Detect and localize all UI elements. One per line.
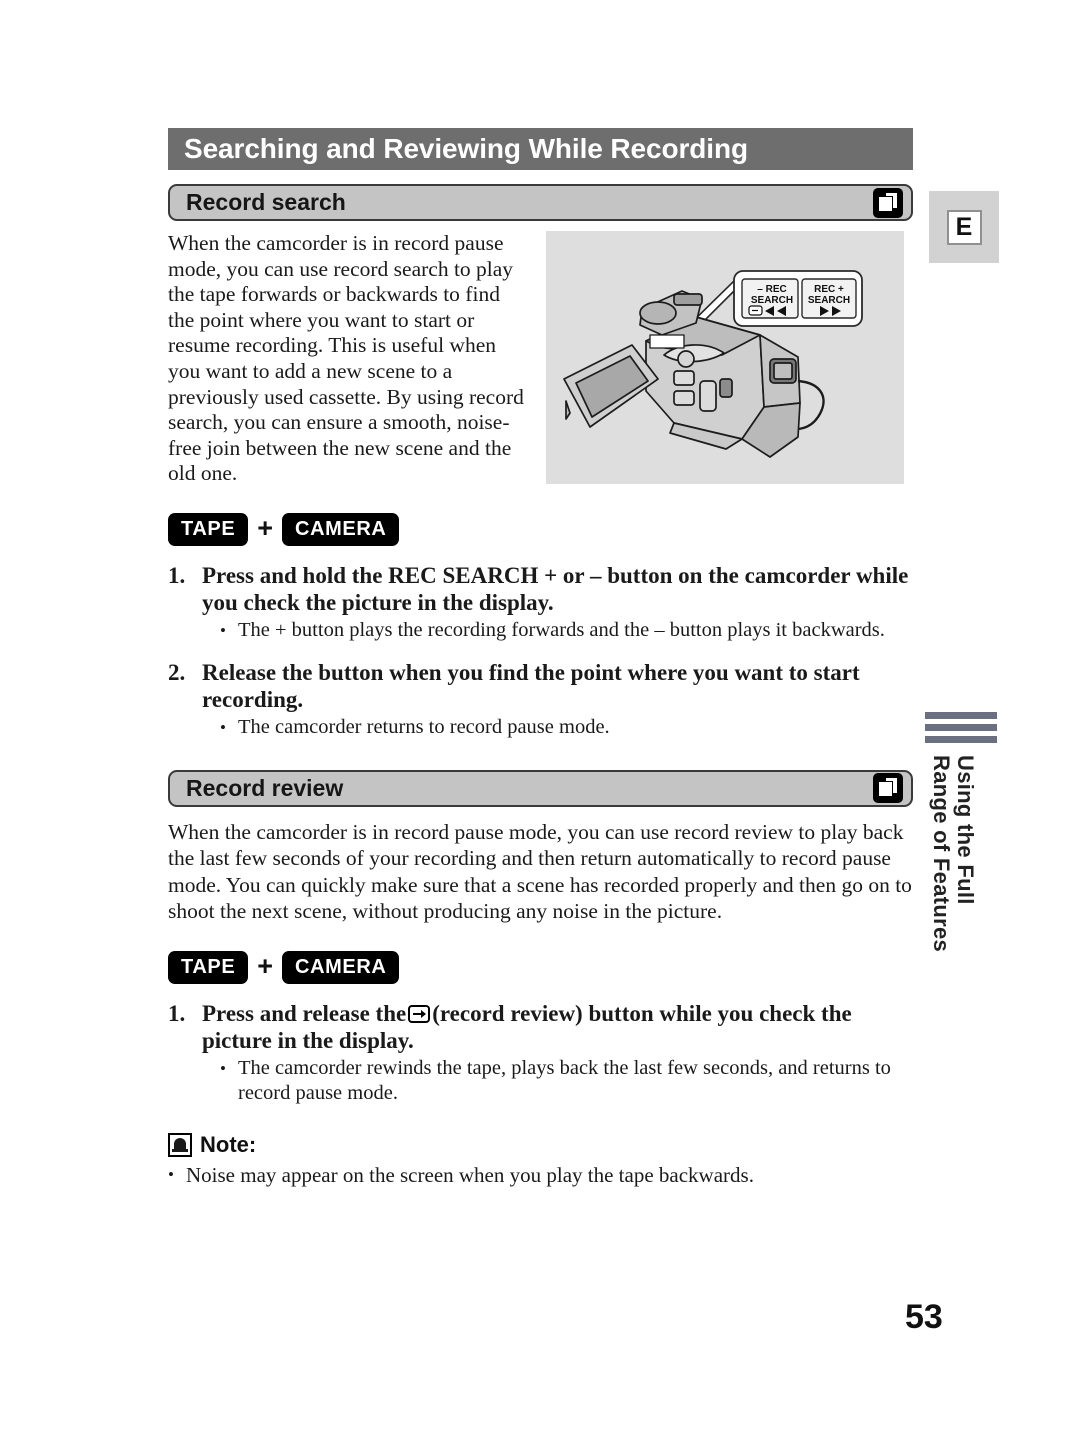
badge-camera: CAMERA xyxy=(282,950,400,984)
page-number: 53 xyxy=(905,1298,943,1336)
step-body: Press and release the (record review) but… xyxy=(202,1000,913,1106)
mode-badges-record-search: TAPE + CAMERA xyxy=(168,512,913,546)
section-title-record-review: Record review xyxy=(186,774,344,801)
bullet-dot: • xyxy=(168,1164,174,1184)
record-search-intro-row: When the camcorder is in record pause mo… xyxy=(168,231,913,487)
language-tab-letter: E xyxy=(946,209,982,245)
cassette-icon-front xyxy=(878,195,893,212)
cassette-icon-front xyxy=(878,781,893,798)
step-title-before-icon: Press and release the xyxy=(202,1000,407,1026)
note-icon-base xyxy=(172,1148,188,1152)
step-body: Release the button when you find the poi… xyxy=(202,659,913,740)
note-icon xyxy=(168,1132,192,1157)
chapter-tab-rule xyxy=(925,736,997,743)
note-label: Note: xyxy=(200,1131,257,1157)
step-bullets: • The + button plays the recording forwa… xyxy=(202,618,913,643)
note-bullet-item: • Noise may appear on the screen when yo… xyxy=(168,1162,913,1188)
section-header-record-search: Record search xyxy=(168,184,913,221)
camcorder-figure: – REC SEARCH REC + SEARCH xyxy=(546,231,904,484)
step-title: Release the button when you find the poi… xyxy=(202,659,860,712)
step-record-search-1: 1. Press and hold the REC SEARCH + or – … xyxy=(168,562,913,643)
camcorder-lcd-panel xyxy=(563,344,659,428)
step-title: Press and release the (record review) but… xyxy=(202,1000,913,1054)
cassette-icon xyxy=(873,187,903,218)
step-number: 2. xyxy=(168,659,186,685)
bullet-text: The camcorder rewinds the tape, plays ba… xyxy=(238,1056,891,1104)
cassette-icon xyxy=(873,773,903,804)
section-header-record-review: Record review xyxy=(168,769,913,807)
badge-camera: CAMERA xyxy=(282,512,400,546)
record-review-intro-text: When the camcorder is in record pause mo… xyxy=(168,819,912,924)
chapter-tab-rule xyxy=(925,724,997,731)
main-content-column: Searching and Reviewing While Recording … xyxy=(168,128,913,1188)
svg-text:SEARCH: SEARCH xyxy=(751,295,793,306)
badge-plus-sign: + xyxy=(257,512,274,543)
chapter-tab-line-2: Range of Features xyxy=(929,755,954,953)
document-page: Searching and Reviewing While Recording … xyxy=(0,0,1080,1443)
step-record-search-2: 2. Release the button when you find the … xyxy=(168,659,913,740)
step-record-review-1: 1. Press and release the (record review) … xyxy=(168,1000,913,1106)
step-number: 1. xyxy=(168,1000,186,1026)
bullet-text: The camcorder returns to record pause mo… xyxy=(238,715,610,738)
note-heading: Note: xyxy=(168,1132,913,1158)
bullet-text: The + button plays the recording forward… xyxy=(238,618,885,641)
bullet-dot: • xyxy=(220,1058,226,1078)
record-review-icon xyxy=(408,1004,431,1023)
badge-tape: TAPE xyxy=(168,512,249,546)
bullet-item: • The camcorder returns to record pause … xyxy=(220,715,913,740)
svg-text:REC +: REC + xyxy=(814,284,844,295)
bullet-item: • The + button plays the recording forwa… xyxy=(220,618,913,643)
section-title-record-search: Record search xyxy=(186,189,346,215)
chapter-tab-line-1: Using the Full xyxy=(953,755,978,905)
bullet-dot: • xyxy=(220,717,226,737)
bullet-dot: • xyxy=(220,620,226,640)
record-search-intro-text: When the camcorder is in record pause mo… xyxy=(168,231,524,486)
svg-text:SEARCH: SEARCH xyxy=(808,295,850,306)
chapter-tab-rule xyxy=(925,712,997,719)
chapter-side-tab: Using the Full Range of Features xyxy=(925,712,997,970)
step-body: Press and hold the REC SEARCH + or – but… xyxy=(202,562,913,643)
bullet-item: • The camcorder rewinds the tape, plays … xyxy=(220,1056,913,1106)
step-bullets: • The camcorder returns to record pause … xyxy=(202,715,913,740)
badge-tape: TAPE xyxy=(168,950,249,984)
svg-text:– REC: – REC xyxy=(757,284,786,295)
step-bullets: • The camcorder rewinds the tape, plays … xyxy=(202,1056,913,1106)
step-number: 1. xyxy=(168,562,186,588)
language-tab: E xyxy=(929,191,999,263)
note-bullet-text: Noise may appear on the screen when you … xyxy=(186,1162,754,1187)
camcorder-illustration: – REC SEARCH REC + SEARCH xyxy=(563,270,863,458)
badge-plus-sign: + xyxy=(257,950,274,981)
mode-badges-record-review: TAPE + CAMERA xyxy=(168,950,913,984)
step-title: Press and hold the REC SEARCH + or – but… xyxy=(202,562,909,615)
chapter-tab-vertical-text: Using the Full Range of Features xyxy=(925,755,997,970)
chapter-tab-rules xyxy=(925,712,997,743)
page-title-bar: Searching and Reviewing While Recording xyxy=(168,128,913,170)
page-title: Searching and Reviewing While Recording xyxy=(184,133,748,164)
